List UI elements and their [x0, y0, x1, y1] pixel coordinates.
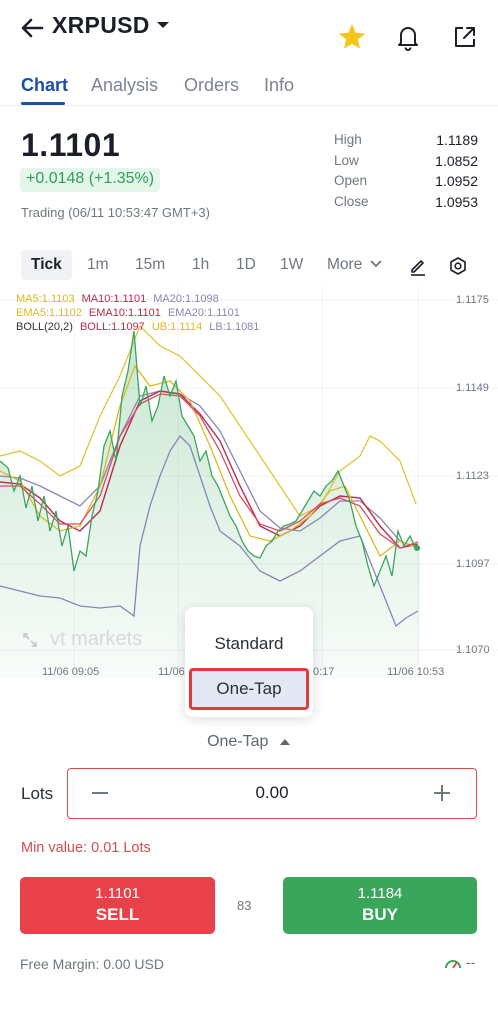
- y-axis-label: 1.1123: [456, 470, 489, 482]
- margin-level[interactable]: --: [444, 954, 478, 974]
- tab-orders[interactable]: Orders: [184, 75, 239, 96]
- more-label: More: [327, 256, 363, 273]
- legend-ma20: MA20:1.1098: [153, 293, 219, 305]
- price-change-badge: +0.0148 (+1.35%): [20, 168, 161, 192]
- back-arrow-icon[interactable]: [18, 14, 46, 42]
- tab-bar: Chart Analysis Orders Info: [0, 70, 498, 106]
- last-price-dot: [414, 545, 420, 551]
- sell-price: 1.1101: [95, 885, 140, 902]
- timeframe-bar: Tick 1m 15m 1h 1D 1W More: [0, 250, 498, 282]
- current-price: 1.1101: [21, 127, 121, 163]
- tab-info[interactable]: Info: [264, 75, 294, 96]
- legend-ema5: EMA5:1.1102: [16, 307, 82, 319]
- buy-price: 1.1184: [357, 885, 403, 902]
- execution-mode-selector[interactable]: One-Tap: [0, 733, 498, 751]
- timeframe-more[interactable]: More: [327, 256, 382, 274]
- chevron-down-icon: [370, 260, 382, 268]
- legend-boll: BOLL(20,2) BOLL:1.1097 UB:1.1114 LB:1.10…: [16, 321, 263, 333]
- caret-up-icon: [279, 739, 290, 745]
- stat-close: Close 1.0953: [334, 194, 478, 215]
- x-axis-label: 11/06 09:05: [42, 666, 100, 678]
- stat-value: 1.1189: [436, 132, 478, 148]
- timeframe-tick[interactable]: Tick: [21, 250, 72, 280]
- tab-analysis[interactable]: Analysis: [91, 75, 158, 96]
- spread-value: 83: [237, 898, 252, 913]
- plus-icon[interactable]: [430, 781, 454, 805]
- buy-button[interactable]: 1.1184 BUY: [283, 877, 477, 934]
- execution-mode-label: One-Tap: [207, 733, 269, 750]
- stat-high: High 1.1189: [334, 132, 478, 153]
- legend-ema20: EMA20:1.1101: [167, 307, 240, 319]
- legend-ema: EMA5:1.1102 EMA10:1.1101 EMA20:1.1101: [16, 307, 244, 319]
- y-axis-label: 1.1149: [456, 382, 489, 394]
- x-axis-label: 0:17: [313, 666, 335, 678]
- timeframe-1h[interactable]: 1h: [192, 256, 209, 274]
- menu-item-standard[interactable]: Standard: [185, 634, 313, 654]
- legend-boll-mid: BOLL:1.1097: [79, 321, 145, 333]
- bell-icon[interactable]: [393, 22, 423, 52]
- tab-chart[interactable]: Chart: [21, 75, 68, 96]
- y-axis-label: 1.1070: [456, 644, 490, 656]
- legend-ma: MA5:1.1103 MA10:1.1101 MA20:1.1098: [16, 293, 223, 305]
- timeframe-1w[interactable]: 1W: [280, 256, 303, 274]
- stat-label: Open: [334, 173, 368, 188]
- stat-label: Close: [334, 193, 369, 209]
- lots-stepper[interactable]: 0.00: [67, 768, 477, 819]
- stat-open: Open 1.0952: [334, 173, 478, 194]
- legend-ma10: MA10:1.1101: [81, 293, 147, 305]
- free-margin: Free Margin: 0.00 USD: [20, 956, 164, 972]
- x-axis-label: 11/06: [158, 666, 185, 678]
- chart-watermark: vt markets: [22, 628, 142, 651]
- caret-down-icon[interactable]: [156, 20, 170, 30]
- timeframe-15m[interactable]: 15m: [135, 256, 165, 274]
- execution-mode-menu: Standard One-Tap: [185, 607, 313, 717]
- sell-label: SELL: [95, 905, 140, 924]
- legend-ema10: EMA10:1.1101: [88, 307, 161, 319]
- watermark-logo: vt markets: [50, 628, 143, 650]
- stat-label: Low: [334, 152, 359, 168]
- stat-label: High: [334, 132, 362, 147]
- stat-value: 1.0952: [435, 173, 478, 189]
- y-axis-label: 1.1097: [456, 558, 490, 570]
- external-link-icon[interactable]: [450, 22, 480, 52]
- stat-value: 1.0953: [435, 193, 478, 210]
- y-axis-label: 1.1175: [456, 294, 489, 306]
- min-value-warning: Min value: 0.01 Lots: [21, 840, 151, 856]
- star-icon[interactable]: [337, 22, 367, 52]
- timeframe-1m[interactable]: 1m: [87, 256, 109, 274]
- pencil-icon[interactable]: [408, 256, 428, 276]
- settings-icon[interactable]: [448, 256, 468, 276]
- lots-label: Lots: [21, 784, 54, 803]
- lots-input[interactable]: 0.00: [68, 783, 476, 803]
- symbol-title[interactable]: XRPUSD: [52, 12, 150, 39]
- legend-boll-params: BOLL(20,2): [16, 321, 73, 333]
- legend-ma5: MA5:1.1103: [16, 293, 75, 305]
- header: XRPUSD: [0, 0, 498, 62]
- x-axis-label: 11/06 10:53: [387, 666, 445, 678]
- buy-label: BUY: [362, 905, 398, 924]
- stat-value: 1.0852: [435, 152, 478, 169]
- price-stats: High 1.1189 Low 1.0852 Open 1.0952 Close…: [334, 132, 478, 214]
- legend-boll-upper: UB:1.1114: [151, 321, 203, 333]
- legend-boll-lower: LB:1.1081: [209, 321, 260, 333]
- timeframe-1d[interactable]: 1D: [236, 256, 256, 274]
- expand-icon[interactable]: [22, 632, 38, 648]
- sell-button[interactable]: 1.1101 SELL: [20, 877, 215, 934]
- trading-status: Trading (06/11 10:53:47 GMT+3): [21, 205, 210, 220]
- menu-item-one-tap[interactable]: One-Tap: [189, 668, 309, 710]
- gauge-icon: [445, 960, 461, 969]
- stat-low: Low 1.0852: [334, 153, 478, 174]
- margin-level-value: --: [466, 954, 476, 970]
- active-tab-indicator: [21, 102, 65, 105]
